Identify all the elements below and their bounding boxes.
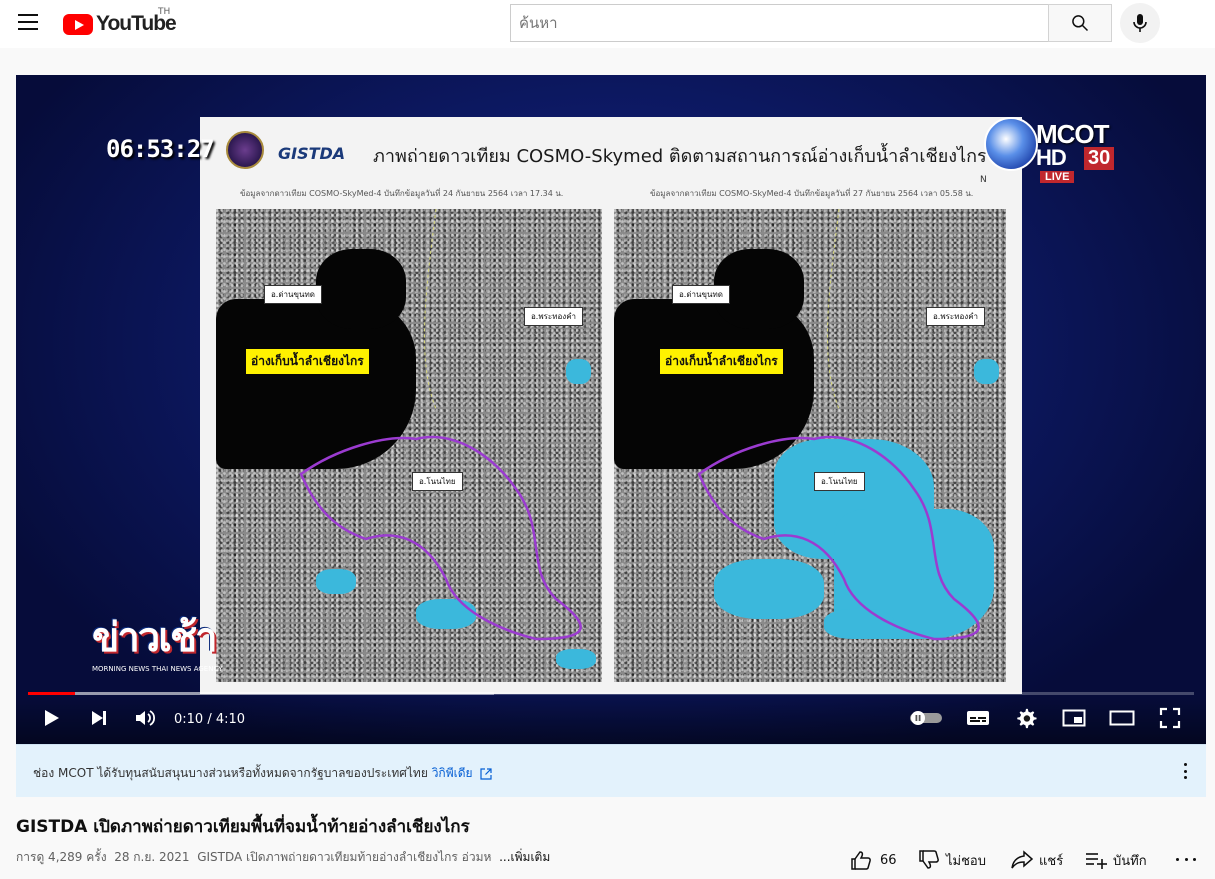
video-meta: การดู 4,289 ครั้ง 28 ก.ย. 2021 GISTDA เป… [16,848,550,867]
gear-icon [1017,708,1037,729]
theater-mode-button[interactable] [1108,705,1136,731]
more-actions-icon[interactable] [1176,855,1196,863]
video-title: GISTDA เปิดภาพถ่ายดาวเทียมพื้นที่จมน้ำท้… [16,817,470,837]
save-button[interactable]: บันทึก [1085,848,1147,872]
settings-button[interactable] [1012,705,1040,731]
map-label-district: อ.ด่านขุนทด [672,285,730,304]
menu-icon[interactable] [18,14,38,30]
ministry-seal-icon [226,131,264,169]
map-label-district: อ.ด่านขุนทด [264,285,322,304]
funding-info-text: ช่อง MCOT ได้รับทุนสนับสนุนบางส่วนหรือทั… [33,764,492,783]
district-boundary-before [299,209,582,641]
district-boundary-after [697,209,980,641]
video-player[interactable]: GISTDA ภาพถ่ายดาวเทียม COSMO-Skymed ติดต… [16,75,1206,744]
play-button[interactable] [38,705,64,731]
save-label: บันทึก [1113,853,1147,869]
satellite-map-before: อ.ด่านขุนทด อ.พระทองคำ อ.โนนไทย อ่างเก็บ… [216,209,602,682]
voice-search-button[interactable] [1120,3,1160,43]
play-icon [45,710,59,726]
time-display: 0:10 / 4:10 [174,712,246,727]
share-label: แชร์ [1039,853,1064,869]
program-logo: ข่าวเช้า MORNING NEWS THAI NEWS AGENCY [92,605,223,673]
miniplayer-icon [1062,709,1086,727]
share-button[interactable]: แชร์ [1011,848,1063,872]
player-controls: 0:10 / 4:10 [16,695,1206,744]
caption-left: ข้อมูลจากดาวเทียม COSMO-SkyMed-4 บันทึกข… [240,189,564,198]
program-logo-subtext: MORNING NEWS THAI NEWS AGENCY [92,665,223,673]
live-badge: LIVE [1040,171,1075,183]
caption-right: ข้อมูลจากดาวเทียม COSMO-SkyMed-4 บันทึกข… [650,189,974,198]
map-label-reservoir: อ่างเก็บน้ำลำเชียงไกร [246,349,369,374]
volume-button[interactable] [132,705,158,731]
subtitles-icon [967,711,989,725]
next-button[interactable] [86,705,112,731]
thumbs-down-icon [919,850,939,869]
external-link-icon[interactable] [480,767,492,780]
fullscreen-icon [1159,707,1181,729]
banner-more-icon[interactable] [1178,761,1192,781]
thumbs-up-icon [851,851,871,870]
publish-date: 28 ก.ย. 2021 [114,850,190,864]
search-button[interactable] [1048,4,1112,42]
volume-icon [136,710,156,726]
like-count: 66 [880,852,897,868]
playlist-add-icon [1086,853,1107,869]
autoplay-toggle[interactable] [908,705,944,731]
gistda-logo: GISTDA [278,144,346,163]
like-button[interactable]: 66 [850,848,897,872]
mcot-globe-icon [984,117,1038,171]
description-snippet: GISTDA เปิดภาพถ่ายดาวเทียมท้ายอ่างลำเชีย… [197,850,492,864]
top-bar: YouTube TH [0,0,1215,48]
dislike-button[interactable]: ไม่ชอบ [918,848,986,872]
program-logo-text: ข่าวเช้า [92,616,218,660]
map-label-district: อ.พระทองคำ [926,307,986,326]
country-code: TH [158,7,171,17]
theater-mode-icon [1109,710,1135,726]
show-more-link[interactable]: ...เพิ่มเติม [499,850,550,864]
map-label-district: อ.โนนไทย [814,472,865,491]
map-label-reservoir: อ่างเก็บน้ำลำเชียงไกร [660,349,783,374]
miniplayer-button[interactable] [1060,705,1088,731]
funding-info-message: ช่อง MCOT ได้รับทุนสนับสนุนบางส่วนหรือทั… [33,766,428,780]
broadcast-timestamp: 06:53:27 [106,135,215,163]
fullscreen-button[interactable] [1156,705,1184,731]
youtube-logo[interactable]: YouTube TH [63,7,177,36]
slide-title: ภาพถ่ายดาวเทียม COSMO-Skymed ติดตามสถานก… [373,146,987,167]
channel-hd-text: HD [1036,145,1067,170]
map-label-district: อ.โนนไทย [412,472,463,491]
skip-next-icon [92,711,106,725]
share-icon [1011,850,1033,869]
search-box [510,4,1049,42]
funding-info-banner: ช่อง MCOT ได้รับทุนสนับสนุนบางส่วนหรือทั… [16,744,1206,797]
wikipedia-link[interactable]: วิกิพีเดีย [432,766,473,780]
dislike-label: ไม่ชอบ [946,853,986,869]
channel-number: 30 [1084,147,1115,170]
youtube-play-icon [63,13,93,35]
view-count: การดู 4,289 ครั้ง [16,850,107,864]
satellite-slide: GISTDA ภาพถ่ายดาวเทียม COSMO-Skymed ติดต… [200,117,1022,694]
map-label-district: อ.พระทองคำ [524,307,584,326]
subtitles-button[interactable] [964,705,992,731]
search-input[interactable] [511,5,1049,41]
search-icon [1072,15,1089,32]
autoplay-toggle-icon [910,711,942,725]
microphone-icon [1133,14,1147,32]
satellite-map-after: อ.ด่านขุนทด อ.พระทองคำ อ.โนนไทย อ่างเก็บ… [614,209,1006,682]
